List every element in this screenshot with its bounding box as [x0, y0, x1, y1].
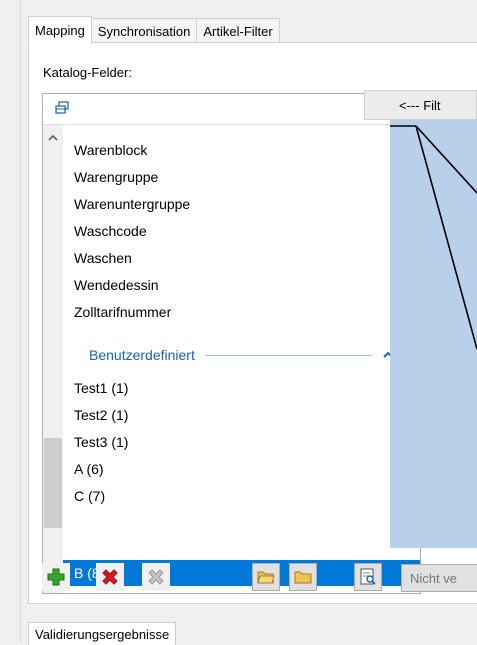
list-item[interactable]: Warenblock [74, 137, 147, 163]
tab-synchronisation[interactable]: Synchronisation [90, 18, 198, 44]
vertical-scrollbar[interactable] [43, 125, 63, 593]
mapping-lines [390, 125, 477, 350]
group-header-benutzerdefiniert[interactable]: Benutzerdefiniert [89, 341, 394, 369]
delete-disabled-button[interactable] [142, 563, 170, 591]
tab-mapping[interactable]: Mapping [28, 16, 92, 45]
tab-artikel-filter[interactable]: Artikel-Filter [196, 18, 280, 44]
list-item[interactable]: Warenuntergruppe [74, 191, 190, 217]
group-header-label: Benutzerdefiniert [89, 347, 195, 363]
mapping-column-header[interactable]: <--- Filt [364, 90, 477, 120]
preview-button[interactable] [354, 563, 382, 591]
list-item[interactable]: Test1 (1) [74, 375, 128, 401]
preview-icon [360, 568, 376, 585]
delete-button[interactable] [96, 563, 124, 591]
add-icon [47, 568, 65, 586]
mapping-area[interactable] [390, 120, 477, 548]
scroll-up-icon[interactable] [48, 133, 58, 143]
list-item[interactable]: Warengruppe [74, 164, 158, 190]
list-item[interactable]: Waschen [74, 245, 132, 271]
list-item[interactable]: Zolltarifnummer [74, 299, 171, 325]
left-strip [0, 0, 21, 642]
folder-open-icon [257, 571, 275, 584]
catalog-fields-label: Katalog-Felder: [43, 65, 132, 80]
scrollbar-thumb[interactable] [44, 438, 62, 528]
folder-icon [294, 571, 312, 584]
tab-bar: Mapping Synchronisation Artikel-Filter [28, 16, 280, 45]
list-item[interactable]: Test2 (1) [74, 402, 128, 428]
list-item[interactable]: Waschcode [74, 218, 147, 244]
not-mapped-button[interactable]: Nicht ve [401, 564, 477, 592]
folder-button[interactable] [289, 563, 317, 591]
delete-icon [102, 569, 118, 585]
delete-disabled-icon [148, 569, 164, 585]
add-button[interactable] [42, 563, 70, 591]
list-item[interactable]: Wendedessin [74, 272, 159, 298]
folder-open-button[interactable] [252, 563, 280, 591]
list-item[interactable]: C (7) [74, 483, 105, 509]
collapse-all-icon[interactable] [55, 101, 69, 115]
catalog-fields-list[interactable]: Warenblock Warengruppe Warenuntergruppe … [42, 93, 421, 594]
list-item[interactable]: Test3 (1) [74, 429, 128, 455]
group-divider [204, 354, 372, 356]
list-item[interactable]: A (6) [74, 456, 104, 482]
